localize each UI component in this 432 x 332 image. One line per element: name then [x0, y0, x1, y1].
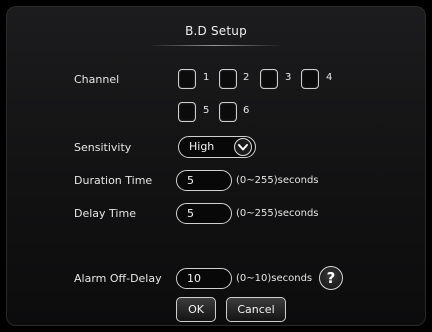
- channel-5-checkbox[interactable]: [178, 102, 196, 122]
- channel-6-label: 6: [243, 105, 250, 116]
- sensitivity-label: Sensitivity: [74, 141, 132, 154]
- channel-3-label: 3: [285, 72, 292, 83]
- channel-6-checkbox[interactable]: [219, 102, 237, 122]
- cancel-button[interactable]: Cancel: [226, 297, 286, 322]
- channel-3-checkbox[interactable]: [260, 69, 278, 89]
- channel-5-label: 5: [203, 105, 210, 116]
- channel-4-checkbox[interactable]: [301, 69, 319, 89]
- title-divider: [148, 45, 282, 46]
- channel-2-label: 2: [243, 72, 250, 83]
- channel-4-label: 4: [326, 72, 333, 83]
- alarm-off-delay-input[interactable]: 10: [176, 268, 232, 289]
- sensitivity-select[interactable]: High: [178, 136, 256, 158]
- channel-1-label: 1: [203, 72, 210, 83]
- channel-2-checkbox[interactable]: [219, 69, 237, 89]
- channel-label: Channel: [74, 73, 120, 86]
- duration-time-hint: (0~255)seconds: [236, 175, 319, 186]
- chevron-down-icon[interactable]: [234, 138, 252, 156]
- channel-1-checkbox[interactable]: [178, 69, 196, 89]
- help-icon[interactable]: ?: [319, 266, 343, 290]
- sensitivity-value: High: [189, 140, 215, 153]
- delay-time-input[interactable]: 5: [176, 203, 232, 224]
- ok-button[interactable]: OK: [176, 297, 216, 322]
- alarm-off-delay-hint: (0~10)seconds: [236, 273, 313, 284]
- duration-time-label: Duration Time: [74, 174, 153, 187]
- delay-time-label: Delay Time: [74, 207, 136, 220]
- duration-time-input[interactable]: 5: [176, 170, 232, 191]
- delay-time-hint: (0~255)seconds: [236, 208, 319, 219]
- page-title: B.D Setup: [185, 24, 247, 38]
- alarm-off-delay-label: Alarm Off-Delay: [74, 272, 162, 285]
